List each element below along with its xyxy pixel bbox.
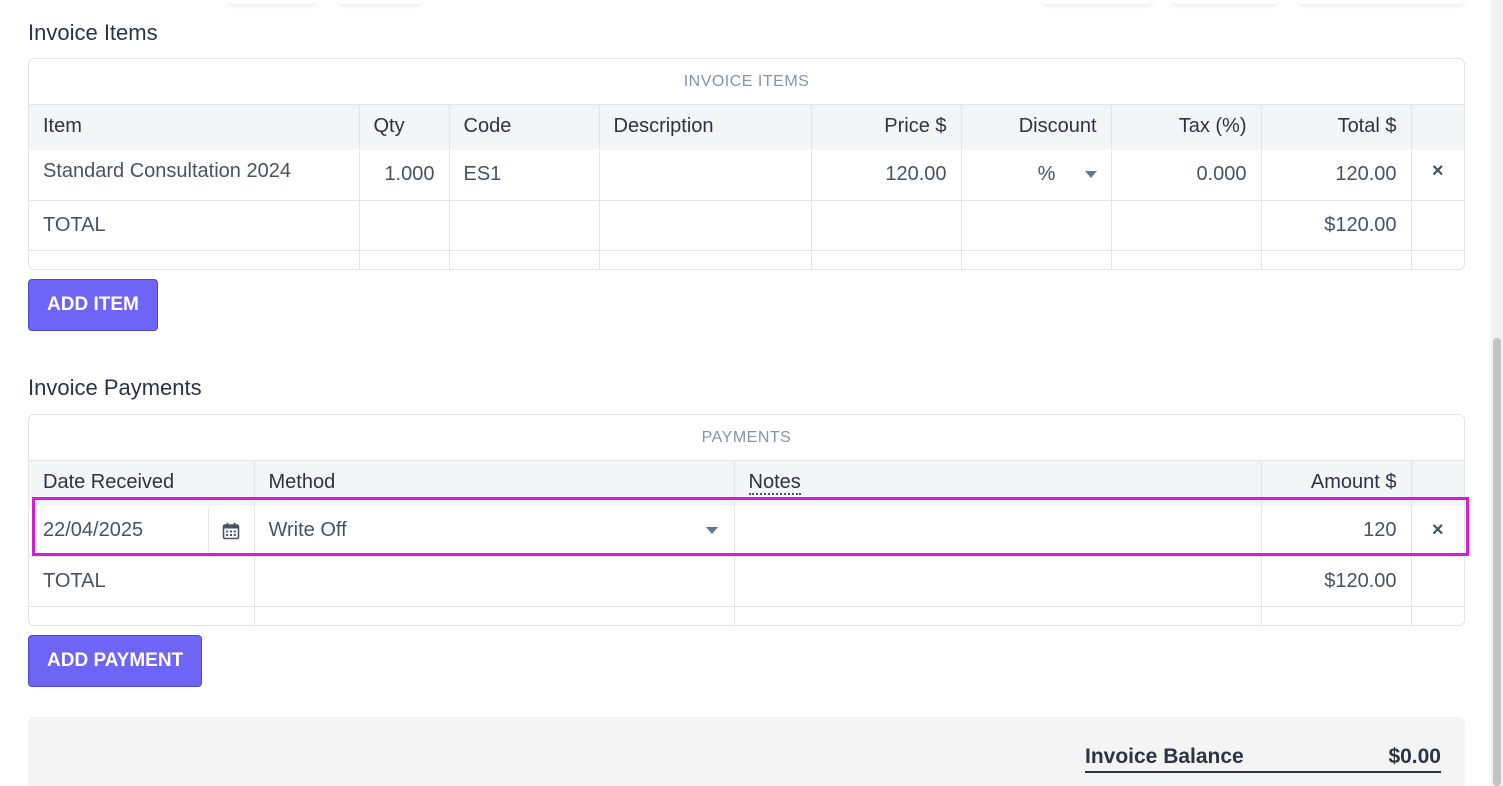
empty-cell [1111,250,1262,269]
add-item-button[interactable]: ADD ITEM [28,279,158,331]
col-code-header[interactable]: Code [449,105,600,150]
empty-cell [961,250,1112,269]
payments-header-row: Date Received Method Notes Amount $ [29,461,1464,506]
scrolled-header-edge [1042,0,1152,4]
col-actions-header [1411,105,1464,150]
date-received-field[interactable]: 22/04/2025 [29,505,255,557]
col-description-header[interactable]: Description [599,105,812,150]
empty-cell [254,556,735,607]
payments-total-row: TOTAL $120.00 [29,556,1464,607]
payments-caption: PAYMENTS [29,415,1464,461]
calendar-icon[interactable] [207,507,254,554]
empty-cell [449,200,600,251]
chevron-down-icon [705,527,718,534]
scrollbar-thumb[interactable] [1493,338,1501,786]
col-total-header[interactable]: Total $ [1261,105,1412,150]
empty-cell [1261,250,1412,269]
invoice-items-title: Invoice Items [28,20,158,45]
table-row: Standard Consultation 2024 1.000 ES1 120… [29,149,1464,201]
empty-cell [1411,606,1464,625]
chevron-down-icon [1084,171,1097,179]
invoice-balance-row: Invoice Balance $0.00 [1085,745,1441,773]
date-received-value[interactable]: 22/04/2025 [43,519,143,542]
payments-table: Date Received Method Notes Amount $ 22/0… [29,461,1464,625]
method-value: Write Off [268,519,347,541]
payments-total-value: $120.00 [1261,556,1412,607]
invoice-payments-panel: PAYMENTS Date Received Method Notes Amou… [28,414,1465,626]
col-notes-header[interactable]: Notes [734,461,1262,506]
tax-field[interactable]: 0.000 [1111,149,1262,201]
empty-cell [254,606,735,625]
empty-cell [734,556,1262,607]
empty-cell [961,200,1112,251]
discount-type-value: % [1037,163,1056,185]
col-actions-header [1411,461,1464,506]
add-payment-button[interactable]: ADD PAYMENT [28,635,203,687]
invoice-balance-value: $0.00 [1388,745,1441,768]
method-select[interactable]: Write Off [254,505,735,557]
empty-cell [599,250,812,269]
empty-cell [811,200,962,251]
empty-cell [1411,200,1464,251]
amount-field[interactable]: 120 [1261,505,1412,557]
price-field[interactable]: 120.00 [811,149,962,201]
items-total-value: $120.00 [1261,200,1412,251]
empty-cell [359,250,450,269]
empty-cell [811,250,962,269]
col-date-received-header[interactable]: Date Received [29,461,255,506]
empty-cell [1111,200,1262,251]
scrolled-header-edge [338,0,422,4]
code-field[interactable]: ES1 [449,149,600,201]
items-spacer-row [29,250,1464,269]
empty-cell [29,250,360,269]
close-icon[interactable]: × [1411,149,1464,201]
description-field[interactable] [599,149,812,201]
payments-total-label: TOTAL [29,556,255,607]
discount-select[interactable]: % [961,149,1112,201]
items-header-row: Item Qty Code Description Price $ Discou… [29,105,1464,150]
col-price-header[interactable]: Price $ [811,105,962,150]
col-discount-header[interactable]: Discount [961,105,1112,150]
empty-cell [1411,556,1464,607]
empty-cell [599,200,812,251]
invoice-balance-label: Invoice Balance [1085,745,1244,768]
scrolled-header-edge [1172,0,1278,4]
empty-cell [734,606,1262,625]
notes-header-label: Notes [748,471,801,496]
scrolled-header-edge [228,0,316,4]
item-name-cell[interactable]: Standard Consultation 2024 [29,149,360,201]
line-total-value: 120.00 [1261,149,1412,201]
table-row: 22/04/2025 Write Off 120 × [29,505,1464,557]
close-icon[interactable]: × [1411,505,1464,557]
qty-field[interactable]: 1.000 [359,149,450,201]
payments-spacer-row [29,606,1464,625]
vertical-scrollbar[interactable] [1491,0,1503,786]
empty-cell [1411,250,1464,269]
scrolled-header-edge [1298,0,1464,4]
invoice-payments-title: Invoice Payments [28,375,202,400]
col-qty-header[interactable]: Qty [359,105,450,150]
empty-cell [1261,606,1412,625]
items-total-row: TOTAL $120.00 [29,200,1464,251]
invoice-balance-panel: Invoice Balance $0.00 [28,717,1465,786]
empty-cell [449,250,600,269]
empty-cell [359,200,450,251]
empty-cell [29,606,255,625]
col-method-header[interactable]: Method [254,461,735,506]
invoice-items-table: Item Qty Code Description Price $ Discou… [29,105,1464,269]
col-amount-header[interactable]: Amount $ [1261,461,1412,506]
invoice-items-caption: INVOICE ITEMS [29,59,1464,105]
col-item-header[interactable]: Item [29,105,360,150]
items-total-label: TOTAL [29,200,360,251]
col-tax-header[interactable]: Tax (%) [1111,105,1262,150]
notes-field[interactable] [734,505,1262,557]
invoice-items-panel: INVOICE ITEMS Item Qty Code Description … [28,58,1465,270]
